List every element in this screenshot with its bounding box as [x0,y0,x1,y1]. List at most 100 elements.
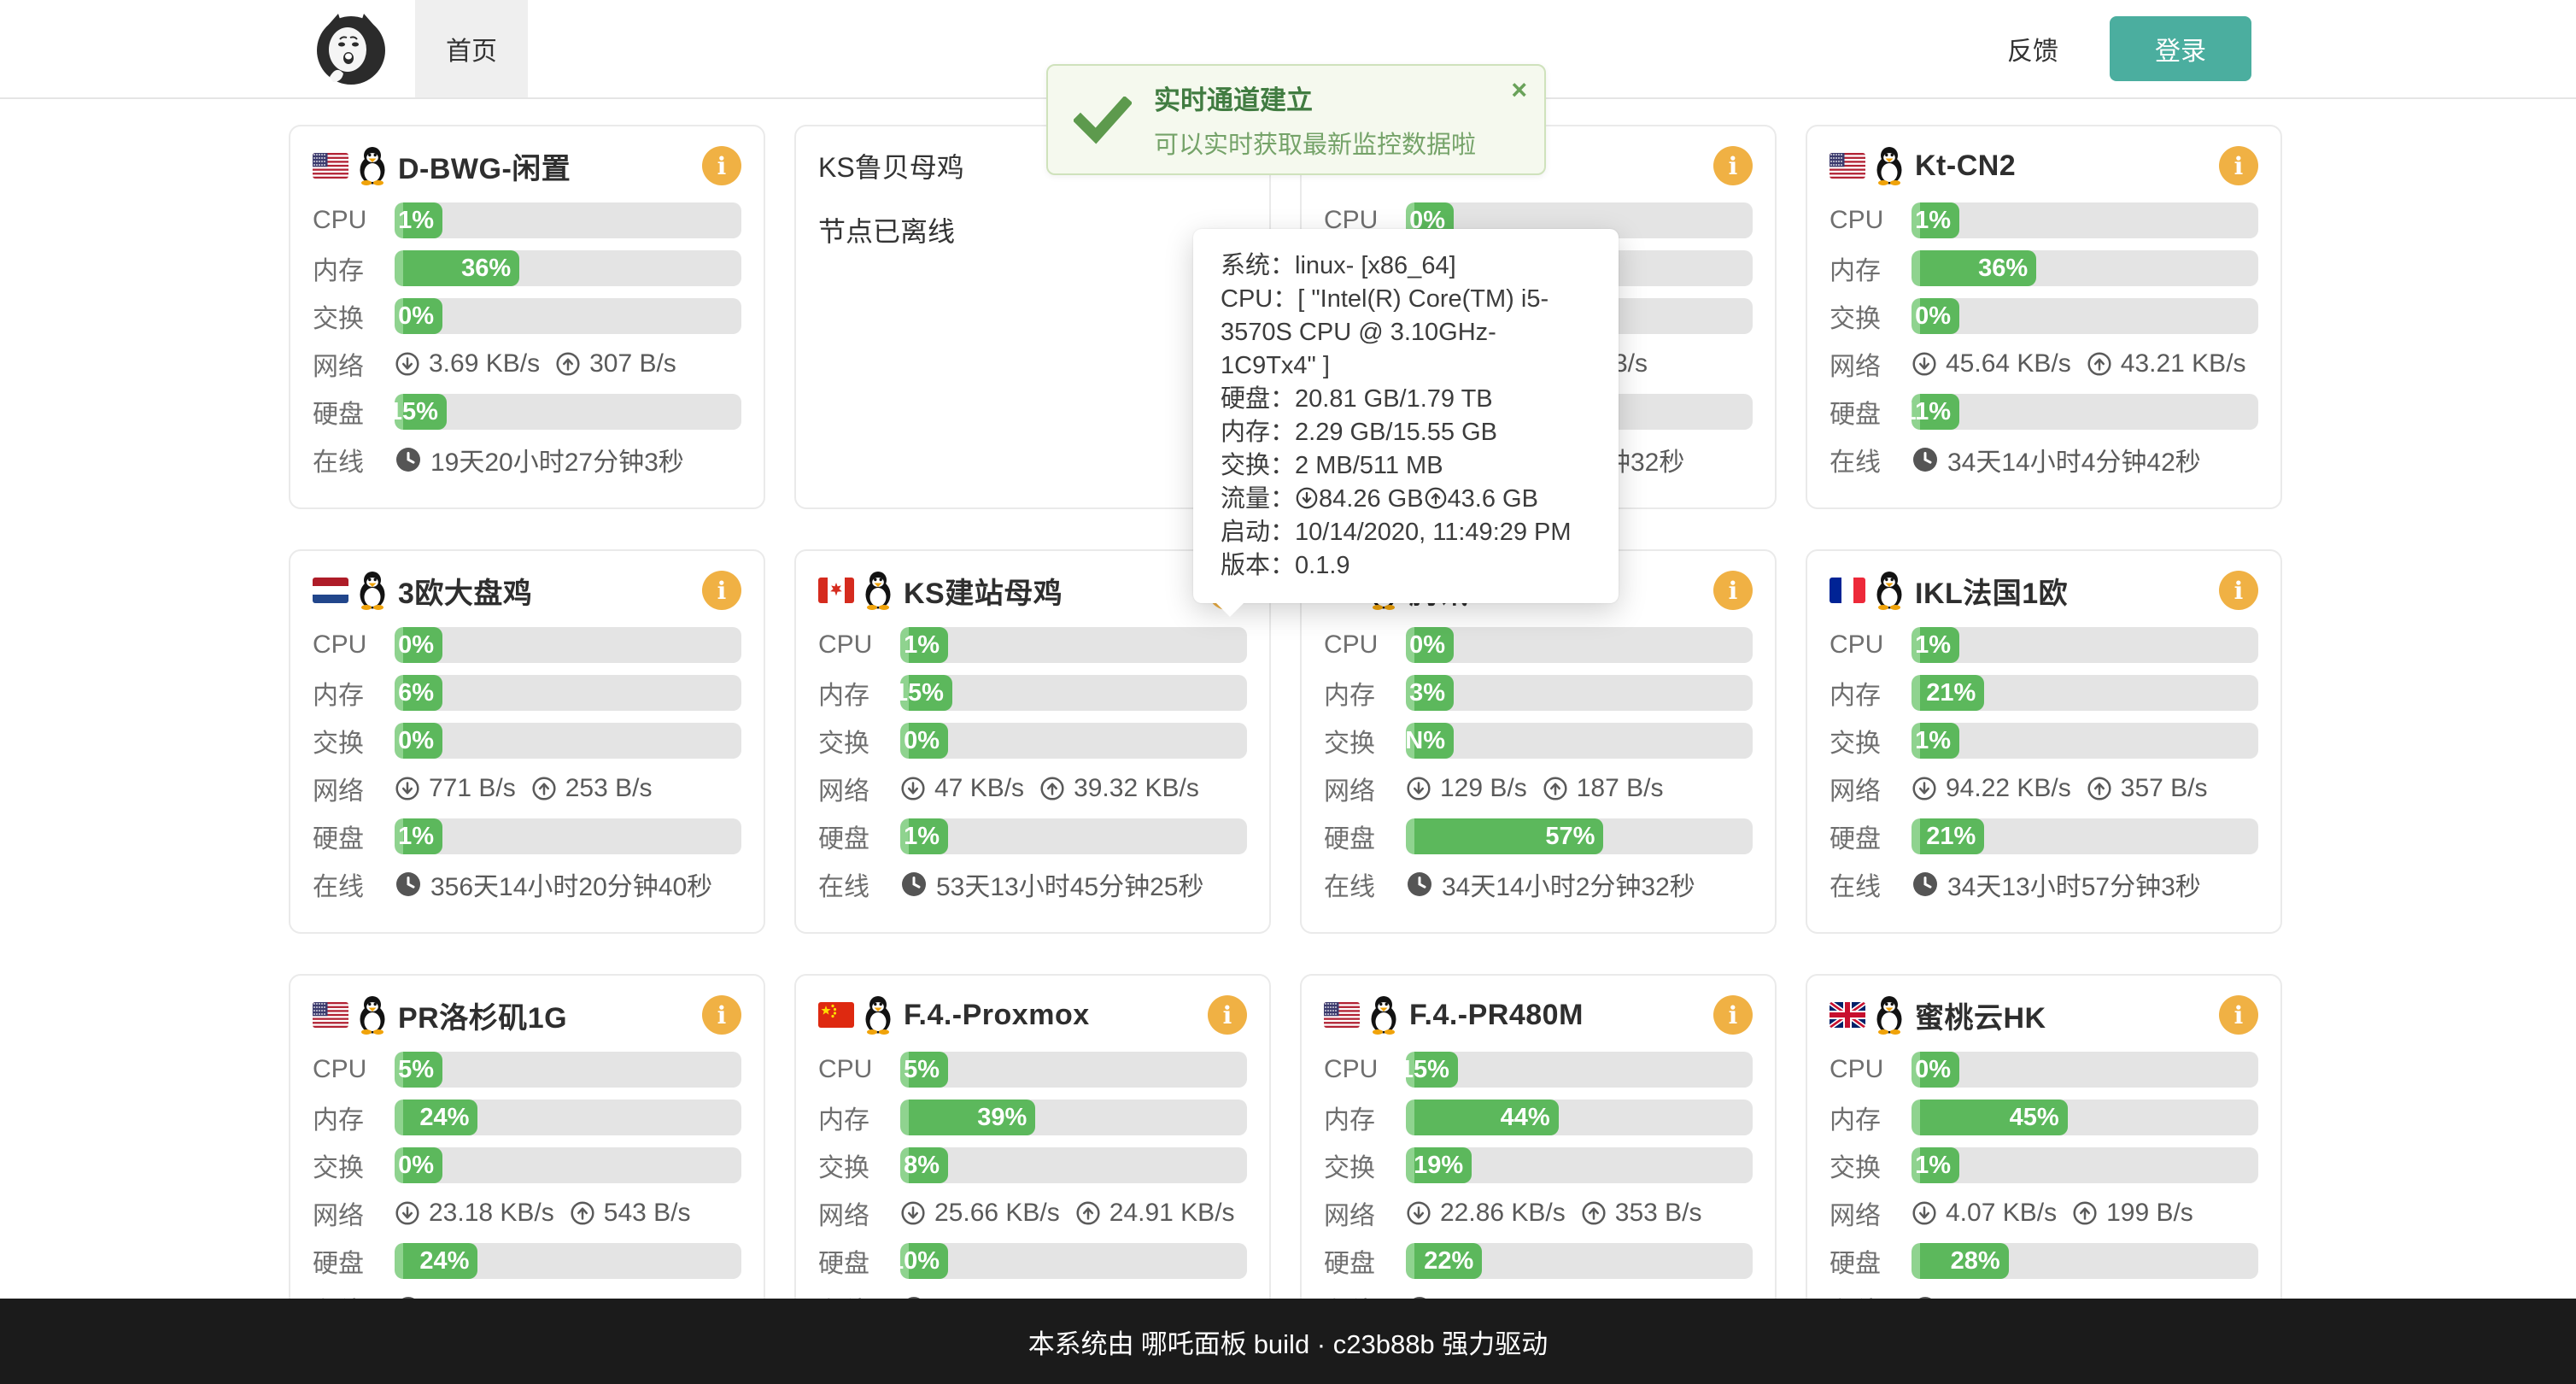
upload-speed: 43.21 KB/s [2121,349,2246,378]
network-row: 网络 25.66 KB/s 24.91 KB/s [818,1195,1247,1231]
site-logo-avatar[interactable] [313,10,389,87]
server-name: Kt-CN2 [1915,150,2016,183]
cpu-row: CPU 1% [313,202,741,238]
info-icon[interactable]: i [702,146,741,185]
swap-row: 交换 0% [313,1147,741,1183]
close-icon[interactable]: × [1511,76,1527,103]
upload-speed: 24.91 KB/s [1109,1199,1235,1228]
download-icon [1912,351,1937,377]
country-flag-icon-us [313,1002,348,1028]
memory-bar: 6% [395,675,741,711]
info-icon[interactable]: i [1713,146,1753,185]
disk-bar: 22% [1406,1243,1753,1279]
info-icon[interactable]: i [2219,995,2258,1035]
stat-label: 交换 [313,1146,395,1184]
info-icon[interactable]: i [1713,995,1753,1035]
memory-bar: 21% [1912,675,2258,711]
info-icon[interactable]: i [702,995,741,1035]
disk-row: 硬盘 28% [1830,1243,2258,1279]
memory-bar: 44% [1406,1100,1753,1135]
info-icon[interactable]: i [2219,146,2258,185]
info-icon[interactable]: i [1208,995,1247,1035]
upload-speed: 199 B/s [2106,1199,2193,1228]
memory-row: 内存 3% [1324,675,1753,711]
memory-fill: 24% [395,1100,477,1135]
swap-fill: NaN% [1406,723,1454,759]
memory-row: 内存 39% [818,1100,1247,1135]
cpu-bar: 1% [395,202,741,238]
tab-home[interactable]: 首页 [415,0,528,97]
server-name: 蜜桃云HK [1915,994,2046,1036]
disk-fill: 28% [1912,1243,2009,1279]
footer: 本系统由 哪吒面板 build · c23b88b 强力驱动 [0,1299,2576,1384]
stat-label: 内存 [1830,249,1912,287]
upload-icon [2072,1200,2098,1226]
cpu-fill: 15% [1406,1052,1458,1088]
disk-row: 硬盘 10% [818,1243,1247,1279]
upload-icon [555,351,581,377]
linux-tux-icon [356,146,389,185]
swap-bar: NaN% [1406,723,1753,759]
download-icon [1912,1200,1937,1226]
stat-label: 内存 [1324,674,1406,712]
upload-speed: 357 B/s [2121,774,2208,803]
info-icon[interactable]: i [702,571,741,610]
network-row: 网络 23.18 KB/s 543 B/s [313,1195,741,1231]
stat-label: 硬盘 [313,1242,395,1280]
nezha-panel-link[interactable]: 哪吒面板 [1141,1322,1247,1361]
country-flag-icon-nl [313,578,348,603]
disk-bar: 15% [395,394,741,430]
stat-label: 硬盘 [818,818,900,855]
uptime-value: 34天13小时57分钟3秒 [1947,865,2201,903]
server-name: KS建站母鸡 [904,570,1063,612]
disk-fill: 11% [1912,394,1959,430]
swap-row: 交换 1% [1830,723,2258,759]
server-name: F.4.-PR480M [1409,999,1584,1032]
swap-fill: 19% [1406,1147,1472,1183]
stat-label: 硬盘 [313,393,395,431]
country-flag-icon-us [1324,1002,1360,1028]
download-speed: 23.18 KB/s [429,1199,554,1228]
server-card: KS建站母鸡 i CPU 1% 内存 15% 交换 0% 网络 47 KB/s … [794,549,1271,934]
linux-tux-icon [356,571,389,610]
stat-label: 硬盘 [1324,818,1406,855]
download-icon [1295,486,1319,510]
download-icon [1406,1200,1431,1226]
toast-message: 可以实时获取最新监控数据啦 [1154,125,1476,161]
login-button[interactable]: 登录 [2110,16,2251,81]
download-icon [900,776,926,801]
uptime-row: 在线 34天13小时57分钟3秒 [1830,866,2258,902]
memory-row: 内存 36% [1830,250,2258,286]
server-name: PR洛杉矶1G [398,994,567,1036]
memory-fill: 21% [1912,675,1984,711]
upload-icon [1581,1200,1607,1226]
disk-bar: 57% [1406,818,1753,854]
stat-label: 内存 [313,674,395,712]
download-speed: 3.69 KB/s [429,349,540,378]
disk-bar: 21% [1912,818,2258,854]
swap-bar: 0% [395,1147,741,1183]
cpu-row: CPU 15% [1324,1052,1753,1088]
download-icon [395,351,420,377]
info-icon[interactable]: i [2219,571,2258,610]
feedback-link[interactable]: 反馈 [2007,30,2058,67]
disk-fill: 15% [395,394,447,430]
disk-fill: 1% [395,818,442,854]
stat-label: CPU [1830,206,1912,235]
upload-icon [531,776,557,801]
stat-label: 内存 [1830,1099,1912,1136]
disk-fill: 57% [1406,818,1603,854]
stat-label: 硬盘 [1830,1242,1912,1280]
server-name: KS鲁贝母鸡 [818,146,964,185]
stat-label: 内存 [818,674,900,712]
toast-title: 实时通道建立 [1154,79,1476,117]
disk-bar: 1% [395,818,741,854]
stat-label: CPU [1830,630,1912,660]
memory-row: 内存 15% [818,675,1247,711]
disk-fill: 24% [395,1243,477,1279]
cpu-row: CPU 1% [818,627,1247,663]
info-icon[interactable]: i [1713,571,1753,610]
toast-success: 实时通道建立 可以实时获取最新监控数据啦 × [1046,64,1546,175]
cpu-bar: 0% [1912,1052,2258,1088]
cpu-row: CPU 0% [1830,1052,2258,1088]
